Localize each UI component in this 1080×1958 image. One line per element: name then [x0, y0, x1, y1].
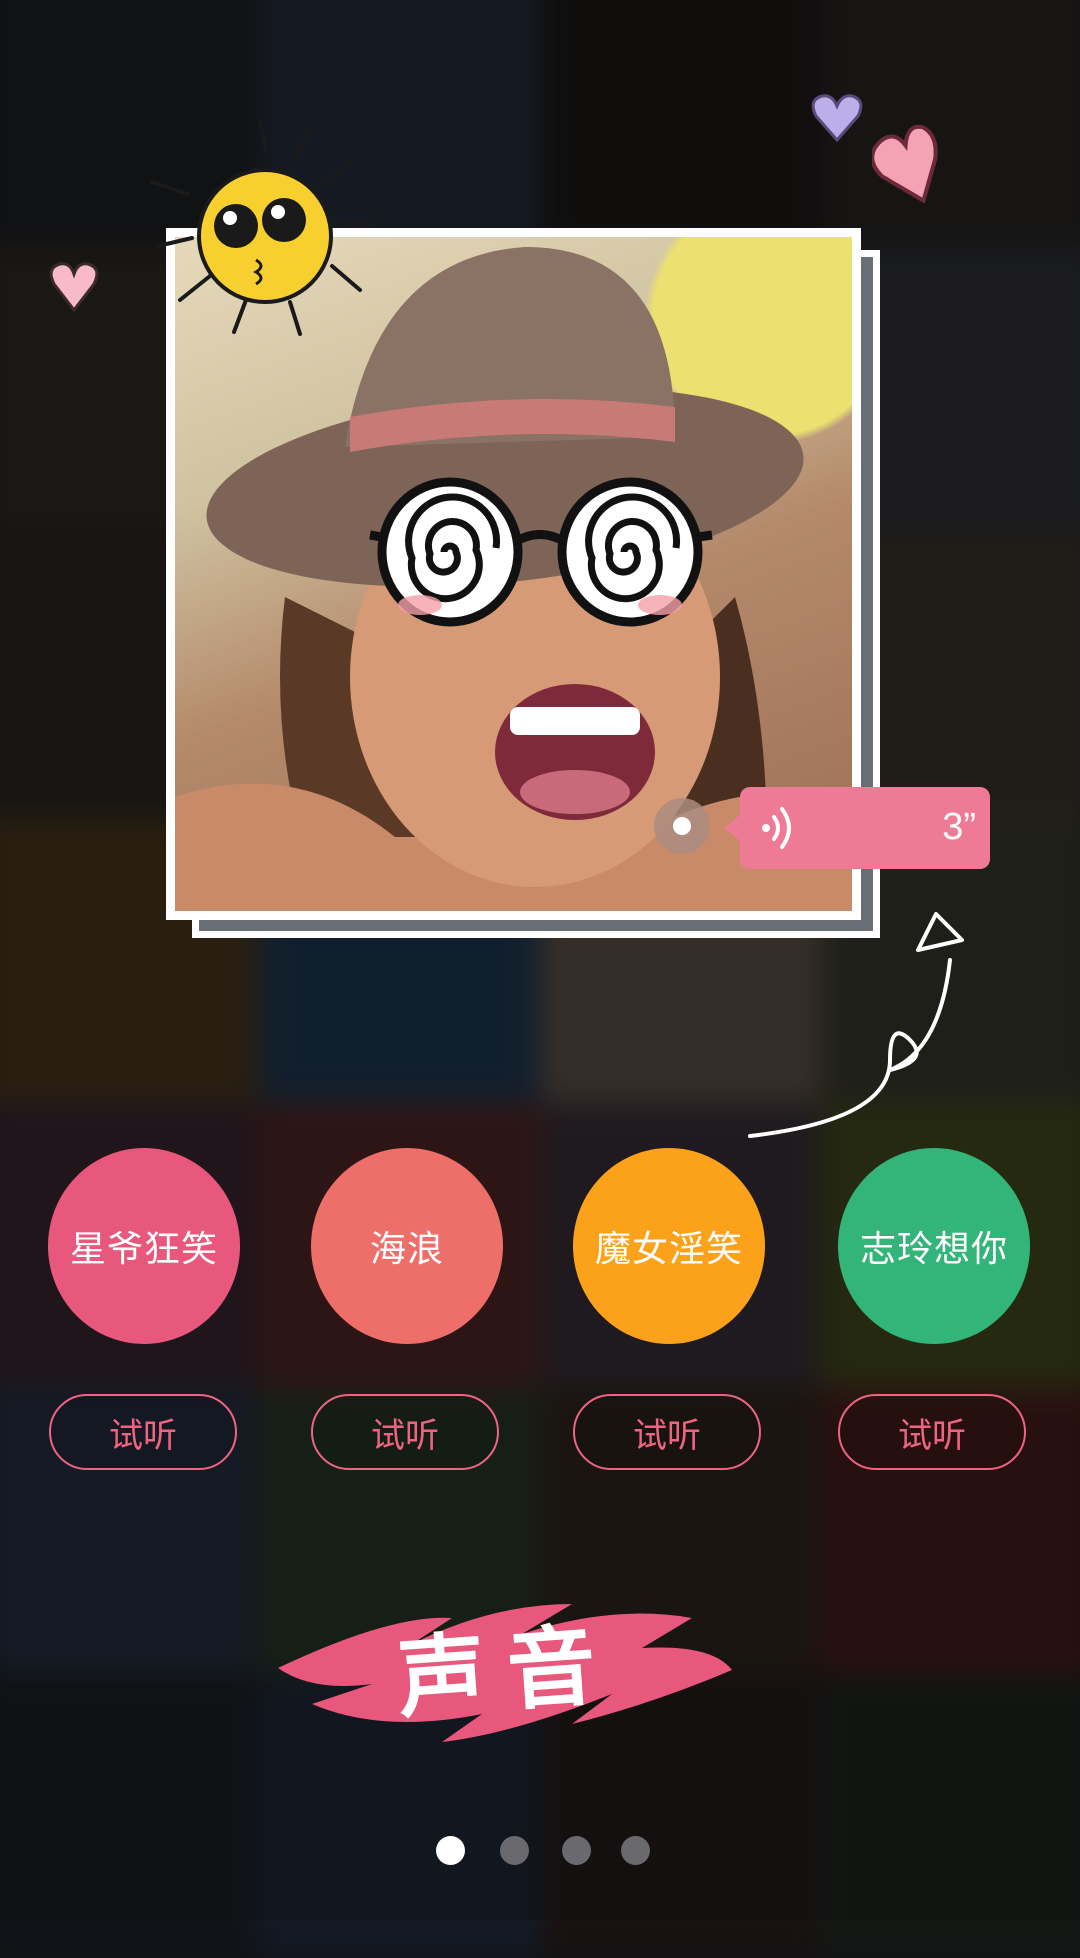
purple-heart-icon — [811, 94, 863, 143]
pink-heart-icon — [49, 262, 99, 313]
listen-button-1[interactable]: 试听 — [311, 1394, 499, 1470]
listen-button-3[interactable]: 试听 — [838, 1394, 1026, 1470]
curved-arrow-icon — [748, 912, 964, 1138]
voice-duration: 3” — [942, 806, 976, 848]
sound-option-label: 星爷狂笑 — [69, 1229, 218, 1270]
voice-play-dot[interactable] — [654, 798, 710, 854]
voice-note-bubble[interactable]: 3” — [724, 787, 990, 869]
listen-button-0[interactable]: 试听 — [49, 1394, 237, 1470]
sound-option-label: 志玲想你 — [859, 1229, 1008, 1270]
sound-option-label: 海浪 — [369, 1229, 444, 1270]
sound-option-label: 魔女淫笑 — [594, 1229, 743, 1270]
listen-button-label: 试听 — [633, 1415, 701, 1456]
listen-button-label: 试听 — [371, 1415, 439, 1456]
page-title: 声音 — [272, 1574, 742, 1754]
sun-sticker-icon — [150, 120, 372, 336]
page-indicator-dot-1[interactable] — [436, 1836, 465, 1865]
title-text: 声音 — [394, 1611, 621, 1731]
sound-wave-icon — [762, 807, 791, 849]
page-indicator-dot-3[interactable] — [562, 1836, 591, 1865]
listen-button-label: 试听 — [109, 1415, 177, 1456]
listen-button-label: 试听 — [898, 1415, 966, 1456]
pink-heart-large-icon — [872, 124, 938, 204]
sound-option-0[interactable]: 星爷狂笑 — [48, 1148, 240, 1344]
listen-button-2[interactable]: 试听 — [573, 1394, 761, 1470]
page-indicator-dot-2[interactable] — [500, 1836, 529, 1865]
sound-option-2[interactable]: 魔女淫笑 — [573, 1148, 765, 1344]
page-indicator-dot-4[interactable] — [621, 1836, 650, 1865]
sound-option-1[interactable]: 海浪 — [311, 1148, 503, 1344]
sound-option-3[interactable]: 志玲想你 — [838, 1148, 1030, 1344]
